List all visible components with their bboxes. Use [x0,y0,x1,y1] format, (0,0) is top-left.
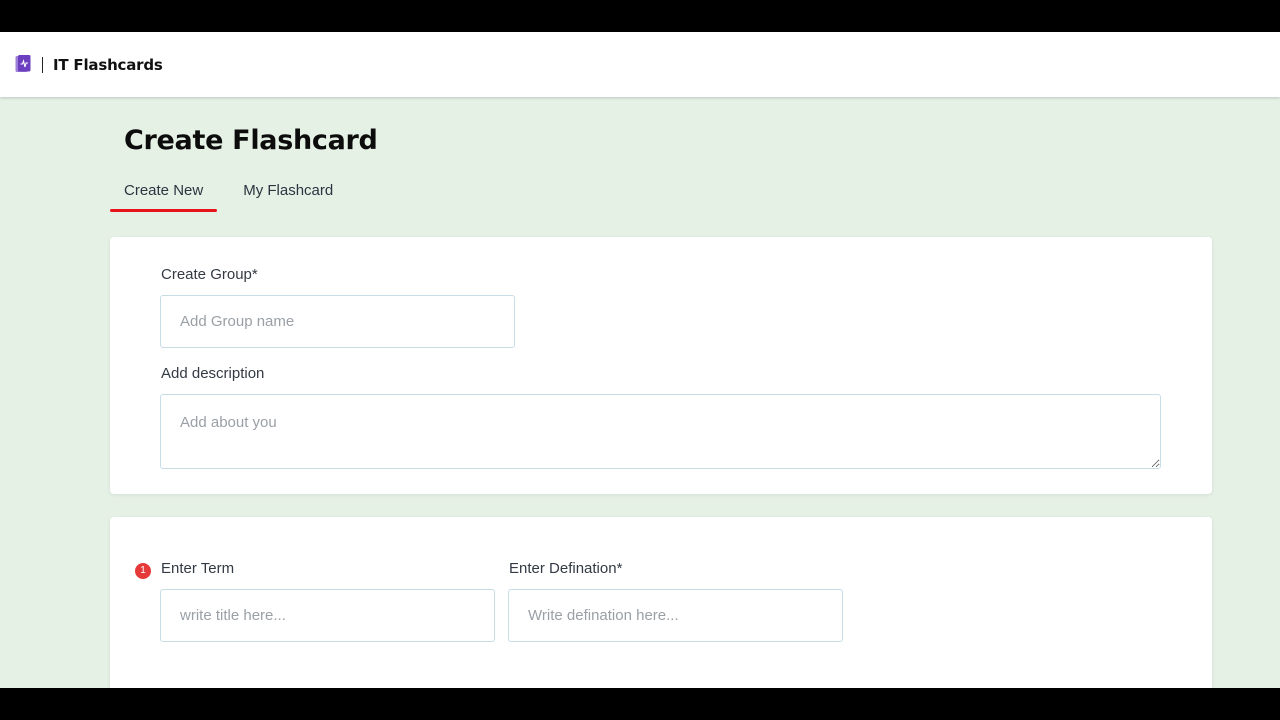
description-textarea[interactable] [160,394,1161,469]
term-index-badge: 1 [135,563,151,579]
description-label: Add description [161,365,265,382]
term-label: Enter Term [161,560,235,577]
tab-bar: Create New My Flashcard [110,180,347,212]
page-title: Create Flashcard [124,125,378,156]
tab-create-new[interactable]: Create New [110,180,218,212]
brand-name[interactable]: IT Flashcards [53,56,163,74]
group-card: Create Group* Add description [110,237,1212,494]
navbar: IT Flashcards [0,32,1280,97]
definition-label: Enter Defination* [509,560,623,577]
definition-input[interactable] [508,589,843,642]
term-input[interactable] [160,589,495,642]
flashcard-book-icon[interactable] [15,55,31,74]
tab-my-flashcard[interactable]: My Flashcard [229,180,347,212]
group-name-label: Create Group* [161,266,258,283]
group-name-input[interactable] [160,295,515,348]
brand-divider [42,56,43,73]
term-card: 1 Enter Term Enter Defination* [110,517,1212,688]
app-viewport: IT Flashcards Create Flashcard Create Ne… [0,32,1280,688]
